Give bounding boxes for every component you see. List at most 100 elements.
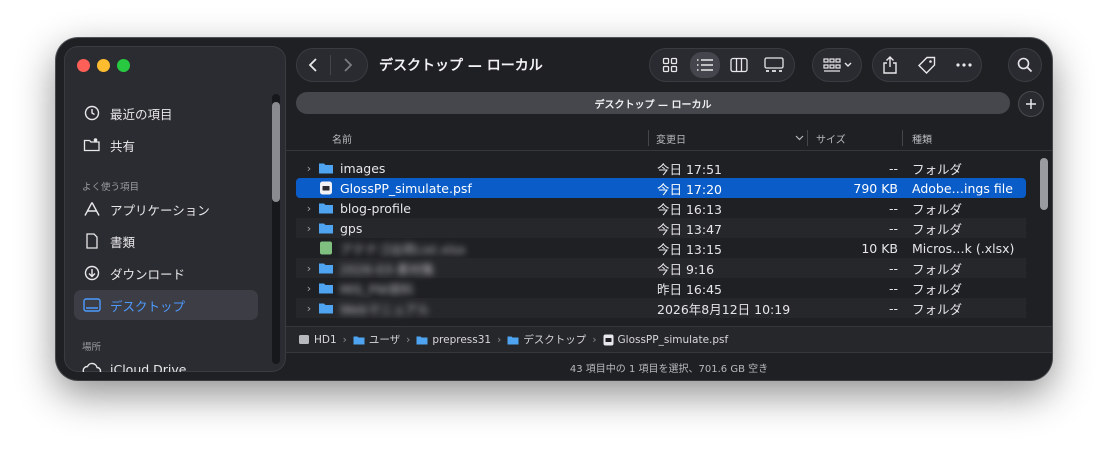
grid-icon: [663, 57, 678, 73]
sidebar-item-label: ダウンロード: [110, 266, 186, 282]
disclosure-chevron-icon[interactable]: ›: [302, 222, 316, 235]
list-view-button[interactable]: [689, 52, 720, 78]
file-size: --: [888, 200, 898, 216]
share-icon: [883, 56, 898, 74]
file-size: 10 KB: [861, 240, 898, 256]
sort-chevron-icon: [795, 135, 804, 141]
file-row[interactable]: › MIS_PW資料 昨日 16:45 -- フォルダ: [296, 278, 1026, 298]
breadcrumb-item-file[interactable]: GlossPP_simulate.psf: [603, 334, 728, 346]
sidebar-item-recents[interactable]: 最近の項目: [74, 98, 258, 128]
status-bar: 43 項目中の 1 項目を選択、701.6 GB 空き: [286, 352, 1052, 380]
window-title: デスクトップ — ローカル: [379, 58, 543, 74]
gallery-icon: [764, 57, 784, 72]
download-icon: [82, 263, 102, 283]
file-kind: フォルダ: [912, 201, 963, 217]
sidebar: 最近の項目 共有 よく使う項目 アプリケーション 書類 ダウンロード デスクトッ…: [64, 46, 286, 372]
file-row[interactable]: › Webマニュアル 2026年8月12日 10:19 -- フォルダ: [296, 298, 1026, 318]
disclosure-chevron-icon[interactable]: ›: [302, 162, 316, 175]
file-kind: フォルダ: [912, 261, 963, 277]
sidebar-item-icloud-drive[interactable]: iCloud Drive: [74, 354, 258, 372]
file-name: gps: [340, 220, 363, 236]
column-header-date[interactable]: 変更日: [656, 126, 804, 150]
icon-view-button[interactable]: [655, 48, 685, 82]
folder-icon: [416, 336, 428, 344]
file-icon: [603, 334, 614, 345]
file-size: --: [888, 160, 898, 176]
file-list-scrollbar[interactable]: [1038, 154, 1050, 324]
file-row[interactable]: › images 今日 17:51 -- フォルダ: [296, 158, 1026, 178]
file-size: --: [888, 260, 898, 276]
file-name: アテナゴ出荷List.xlsx: [340, 241, 466, 257]
file-row-selected[interactable]: GlossPP_simulate.psf 今日 17:20 790 KB Adobe……: [296, 178, 1026, 198]
breadcrumb-item-prepress31[interactable]: prepress31: [416, 334, 491, 346]
breadcrumb-item-desktop[interactable]: デスクトップ: [507, 332, 586, 347]
actions-group: [872, 48, 982, 82]
forward-button[interactable]: [331, 48, 365, 82]
group-by-button[interactable]: [812, 48, 862, 82]
file-kind: フォルダ: [912, 161, 963, 177]
columns-icon: [730, 57, 748, 73]
file-kind: フォルダ: [912, 221, 963, 237]
sidebar-scrollbar[interactable]: [272, 94, 280, 364]
zoom-button[interactable]: [117, 59, 130, 72]
file-row[interactable]: アテナゴ出荷List.xlsx 今日 13:15 10 KB Micros…k (.x…: [296, 238, 1026, 258]
disclosure-chevron-icon[interactable]: ›: [302, 302, 316, 315]
file-date: 昨日 16:45: [657, 281, 722, 297]
share-button[interactable]: [873, 48, 907, 82]
sidebar-item-label: 書類: [110, 234, 136, 250]
file-size: --: [888, 280, 898, 296]
folder-icon: [319, 223, 333, 234]
sidebar-item-label: 最近の項目: [110, 106, 173, 122]
sidebar-item-downloads[interactable]: ダウンロード: [74, 258, 258, 288]
finder-window: 最近の項目 共有 よく使う項目 アプリケーション 書類 ダウンロード デスクトッ…: [56, 38, 1052, 380]
breadcrumb-item-hd1[interactable]: HD1: [298, 334, 337, 346]
close-button[interactable]: [77, 59, 90, 72]
psf-file-icon: [320, 181, 332, 195]
folder-icon: [319, 163, 333, 174]
folder-icon: [353, 336, 365, 344]
sidebar-section-favorites: よく使う項目: [82, 182, 140, 193]
file-kind: フォルダ: [912, 301, 963, 317]
excel-file-icon: [320, 241, 332, 255]
tab-bar[interactable]: デスクトップ — ローカル: [296, 92, 1010, 114]
disclosure-chevron-icon[interactable]: ›: [302, 262, 316, 275]
column-header-name[interactable]: 名前: [332, 126, 352, 150]
clock-icon: [82, 103, 102, 123]
tag-button[interactable]: [910, 48, 944, 82]
sidebar-item-applications[interactable]: アプリケーション: [74, 194, 258, 224]
file-kind: Micros…k (.xlsx): [912, 240, 1015, 256]
applications-icon: [82, 199, 102, 219]
cloud-icon: [82, 359, 102, 372]
plus-icon: [1026, 99, 1036, 109]
minimize-button[interactable]: [97, 59, 110, 72]
file-date: 今日 16:13: [657, 201, 722, 217]
disclosure-chevron-icon[interactable]: ›: [302, 282, 316, 295]
back-button[interactable]: [296, 48, 330, 82]
column-header-size[interactable]: サイズ: [816, 126, 846, 150]
sidebar-section-locations: 場所: [82, 342, 102, 353]
folder-icon: [319, 303, 333, 314]
disclosure-chevron-icon[interactable]: ›: [302, 202, 316, 215]
file-row[interactable]: › blog-profile 今日 16:13 -- フォルダ: [296, 198, 1026, 218]
chevron-left-icon: [308, 58, 317, 72]
new-tab-button[interactable]: [1018, 91, 1044, 117]
file-row[interactable]: › gps 今日 13:47 -- フォルダ: [296, 218, 1026, 238]
tab-title: デスクトップ — ローカル: [594, 99, 712, 111]
column-header-kind[interactable]: 種類: [912, 126, 932, 150]
search-button[interactable]: [1008, 48, 1042, 82]
sidebar-item-desktop[interactable]: デスクトップ: [74, 290, 258, 320]
file-row[interactable]: › 2026-03-素材集 今日 9:16 -- フォルダ: [296, 258, 1026, 278]
more-button[interactable]: [947, 48, 981, 82]
file-name: GlossPP_simulate.psf: [340, 180, 472, 196]
status-text: 43 項目中の 1 項目を選択、701.6 GB 空き: [569, 363, 769, 375]
folder-icon: [507, 336, 519, 344]
breadcrumb-item-users[interactable]: ユーザ: [353, 332, 400, 347]
sidebar-item-label: デスクトップ: [110, 298, 186, 314]
sidebar-item-shared[interactable]: 共有: [74, 130, 258, 160]
column-view-button[interactable]: [724, 48, 754, 82]
breadcrumb: HD1 › ユーザ › prepress31 › デスクトップ › GlossP…: [286, 326, 1052, 352]
sidebar-item-documents[interactable]: 書類: [74, 226, 258, 256]
gallery-view-button[interactable]: [759, 48, 789, 82]
file-name: blog-profile: [340, 200, 411, 216]
folder-icon: [319, 263, 333, 274]
